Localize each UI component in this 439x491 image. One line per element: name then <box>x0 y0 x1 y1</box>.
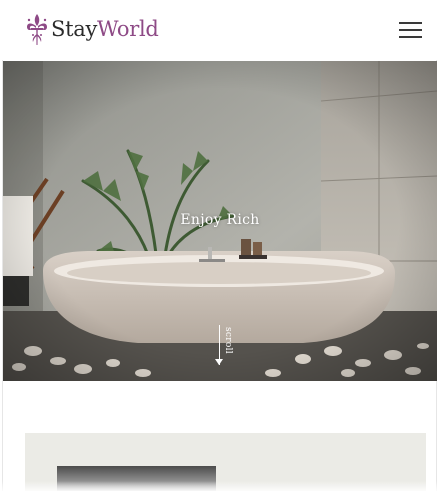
bottom-fade <box>0 481 439 491</box>
fleur-de-lis-icon <box>27 14 47 45</box>
menu-line <box>399 36 422 38</box>
brand-name-world: World <box>97 17 159 41</box>
menu-line <box>399 29 422 31</box>
scroll-down-indicator[interactable]: scroll <box>215 325 237 369</box>
hero-banner: Enjoy Rich scroll <box>3 61 437 381</box>
menu-line <box>399 22 422 24</box>
brand-name: StayWorld <box>51 17 159 41</box>
site-header: StayWorld <box>0 0 439 60</box>
arrow-down-icon <box>215 359 223 365</box>
scroll-label: scroll <box>223 327 233 354</box>
hamburger-menu-icon[interactable] <box>399 20 422 38</box>
brand-name-stay: Stay <box>51 17 98 41</box>
site-logo[interactable]: StayWorld <box>25 12 159 46</box>
hero-title: Enjoy Rich <box>180 212 260 228</box>
